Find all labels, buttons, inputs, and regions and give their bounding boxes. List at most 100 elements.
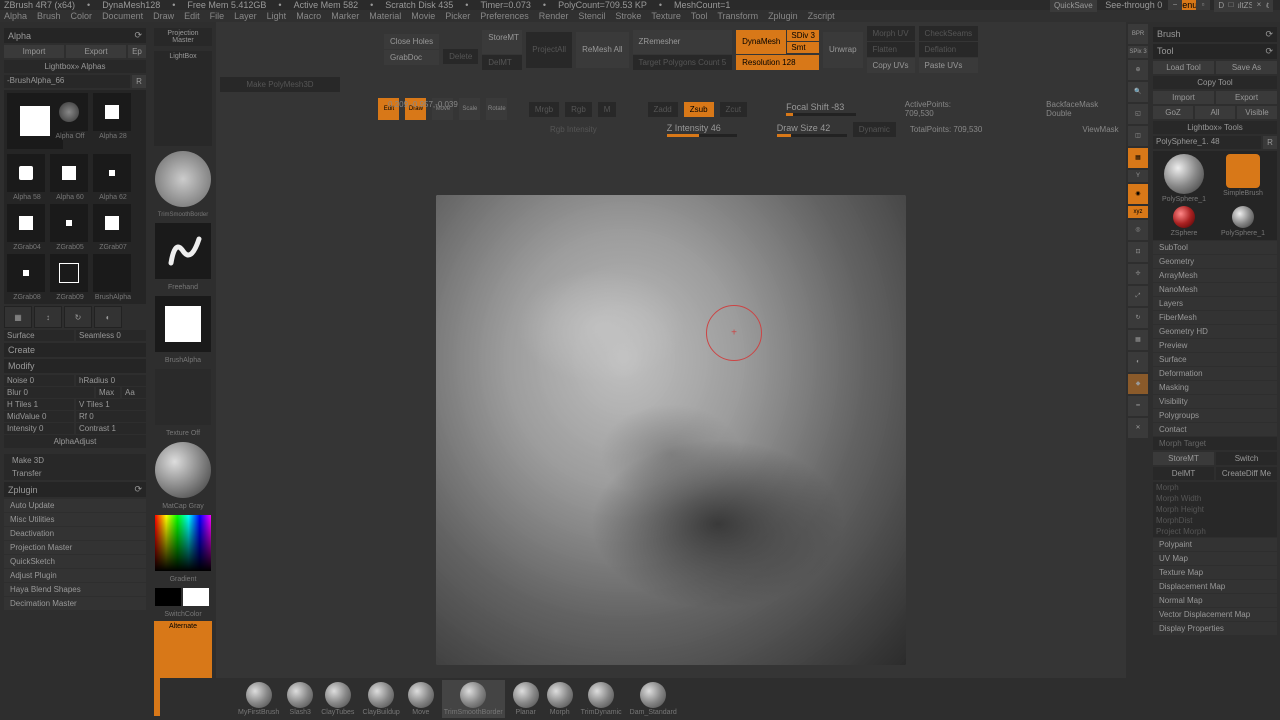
seamless-slider[interactable]: Seamless 0 (76, 330, 146, 341)
menu-item[interactable]: Movie (411, 11, 435, 21)
creatediff-button[interactable]: CreateDiff Me (1216, 467, 1277, 480)
projmaster-button[interactable]: Projection Master (154, 28, 212, 46)
tool-section[interactable]: Display Properties (1153, 622, 1277, 635)
viewmask-button[interactable]: ViewMask (1082, 125, 1118, 134)
menu-item[interactable]: Light (267, 11, 287, 21)
shelf-brush[interactable]: Planar (513, 682, 539, 716)
tool-section[interactable]: Geometry (1153, 255, 1277, 268)
rgbint-slider[interactable]: Rgb Intensity (550, 125, 597, 134)
morphheight-slider[interactable]: Morph Height (1153, 504, 1277, 515)
tool-section[interactable]: UV Map (1153, 552, 1277, 565)
shelf-brush[interactable]: ClayTubes (321, 682, 354, 716)
import-button[interactable]: Import (1153, 91, 1214, 104)
zplugin-item[interactable]: Misc Utilities (4, 513, 146, 526)
noise-slider[interactable]: Noise 0 (4, 375, 74, 386)
tool-section[interactable]: Texture Map (1153, 566, 1277, 579)
alpha-thumb[interactable] (7, 204, 45, 242)
refresh-icon[interactable]: ⟳ (1265, 46, 1273, 57)
switch-button[interactable]: Switch (1216, 452, 1277, 465)
aahalf-button[interactable]: ◫ (1128, 126, 1148, 146)
tool-section[interactable]: Preview (1153, 339, 1277, 352)
refresh-icon[interactable]: ⟳ (134, 30, 142, 41)
morphtarget-section[interactable]: Morph Target (1153, 437, 1277, 450)
zplugin-item[interactable]: Haya Blend Shapes (4, 583, 146, 596)
contrast-slider[interactable]: Contrast 1 (76, 423, 146, 434)
transp-button[interactable]: ◐ (1128, 352, 1148, 372)
r-button[interactable]: R (132, 75, 146, 88)
scale3d-button[interactable]: ⤢ (1128, 286, 1148, 306)
floor-toggle[interactable]: Y (1128, 170, 1148, 182)
move3d-button[interactable]: ✢ (1128, 264, 1148, 284)
goz-button[interactable]: GoZ (1153, 106, 1193, 119)
morphdist-slider[interactable]: MorphDist (1153, 515, 1277, 526)
tool-section[interactable]: Surface (1153, 353, 1277, 366)
all-button[interactable]: All (1195, 106, 1235, 119)
menu-item[interactable]: Macro (296, 11, 321, 21)
intensity-slider[interactable]: Intensity 0 (4, 423, 74, 434)
backface-button[interactable]: BackfaceMask Double (1046, 100, 1122, 118)
menu-item[interactable]: Picker (445, 11, 470, 21)
loadtool-button[interactable]: Load Tool (1153, 61, 1214, 74)
alpha-thumb[interactable] (50, 154, 88, 192)
tool-section[interactable]: Visibility (1153, 395, 1277, 408)
tool-section[interactable]: FiberMesh (1153, 311, 1277, 324)
target-slider[interactable]: Target Polygons Count 5 (633, 55, 733, 70)
solo-button[interactable]: ━ (1128, 396, 1148, 416)
alpha-thumb[interactable] (50, 204, 88, 242)
hradius-slider[interactable]: hRadius 0 (76, 375, 146, 386)
alpha-thumb[interactable] (93, 93, 131, 131)
max-button[interactable]: Max (96, 387, 120, 398)
tool-section[interactable]: Vector Displacement Map (1153, 608, 1277, 621)
m-button[interactable]: M (598, 102, 617, 117)
menu-item[interactable]: Layer (234, 11, 257, 21)
shelf-brush[interactable]: TrimDynamic (581, 682, 622, 716)
tool-thumb[interactable]: PolySphere_1 (1156, 154, 1212, 203)
actual-button[interactable]: ◱ (1128, 104, 1148, 124)
midvalue-slider[interactable]: MidValue 0 (4, 411, 74, 422)
smt-button[interactable]: Smt (787, 42, 819, 53)
flatten-button[interactable]: Flatten (867, 42, 915, 57)
menu-item[interactable]: Zplugin (768, 11, 798, 21)
gradient-label[interactable]: Gradient (154, 576, 212, 583)
rotate-icon[interactable]: ↻ (64, 306, 92, 328)
tool-section[interactable]: Geometry HD (1153, 325, 1277, 338)
zplugin-item[interactable]: Deactivation (4, 527, 146, 540)
switch-color[interactable] (155, 588, 211, 606)
make3d-button[interactable]: Make 3D (4, 454, 146, 467)
morphwidth-slider[interactable]: Morph Width (1153, 493, 1277, 504)
tool-section[interactable]: Layers (1153, 297, 1277, 310)
menu-item[interactable]: Texture (651, 11, 681, 21)
spix-slider[interactable]: SPix 3 (1128, 46, 1148, 58)
local-button[interactable]: ◉ (1128, 184, 1148, 204)
rf-slider[interactable]: Rf 0 (76, 411, 146, 422)
storemt-button[interactable]: StoreMT (482, 30, 522, 54)
shelf-brush[interactable]: Morph (547, 682, 573, 716)
brush-preview[interactable] (155, 151, 211, 207)
menu-item[interactable]: Zscript (808, 11, 835, 21)
alpha-off-thumb[interactable] (50, 93, 88, 131)
htiles-slider[interactable]: H Tiles 1 (4, 399, 74, 410)
menu-item[interactable]: File (210, 11, 225, 21)
alpha-thumb[interactable] (93, 154, 131, 192)
ep-button[interactable]: Ep (128, 45, 146, 58)
alpha-thumb[interactable] (7, 254, 45, 292)
alpha-thumb[interactable] (7, 154, 45, 192)
alpha-header[interactable]: Alpha⟳ (4, 28, 146, 43)
zremesher-button[interactable]: ZRemesher (633, 30, 733, 54)
tool-section[interactable]: NanoMesh (1153, 283, 1277, 296)
unwrap-button[interactable]: Unwrap (823, 32, 863, 68)
lightbox-tools[interactable]: Lightbox» Tools (1153, 121, 1277, 134)
menu-item[interactable]: Marker (331, 11, 359, 21)
tool-thumb[interactable]: PolySphere_1 (1215, 206, 1271, 237)
storemt-button[interactable]: StoreMT (1153, 452, 1214, 465)
alpha-thumb[interactable] (93, 204, 131, 242)
focal-slider[interactable]: Focal Shift -83 (786, 102, 856, 116)
min-icon[interactable]: − (1168, 0, 1182, 10)
resolution-slider[interactable]: Resolution 128 (736, 55, 819, 70)
shelf-brush[interactable]: Move (408, 682, 434, 716)
shelf-brush[interactable]: TrimSmoothBorder (442, 680, 505, 718)
menu-item[interactable]: Render (539, 11, 569, 21)
tool-panel-header[interactable]: Tool⟳ (1153, 44, 1277, 59)
tool-section[interactable]: Displacement Map (1153, 580, 1277, 593)
zplugin-item[interactable]: Auto Update (4, 499, 146, 512)
